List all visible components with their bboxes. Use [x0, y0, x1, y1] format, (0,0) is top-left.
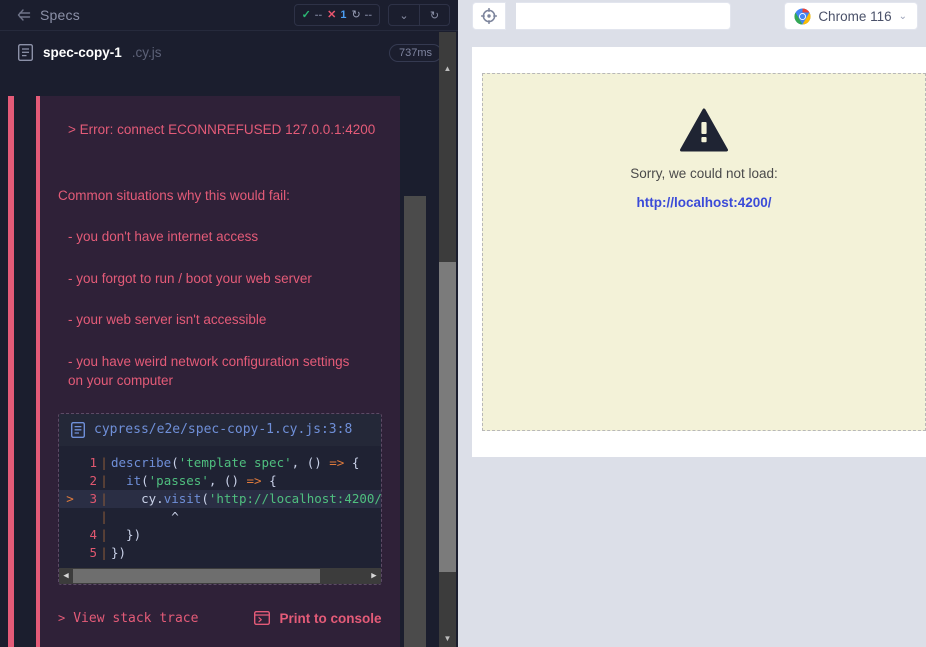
- error-container: > Error: connect ECONNREFUSED 127.0.0.1:…: [40, 96, 400, 647]
- code-line-number: 2: [89, 472, 97, 488]
- spec-duration-badge: 737ms: [388, 43, 442, 62]
- code-line-number: 1: [89, 454, 97, 470]
- code-line: >3| cy.visit('http://localhost:4200/#/h: [59, 489, 381, 508]
- file-icon: [17, 43, 34, 62]
- aut-iframe: Sorry, we could not load: http://localho…: [482, 73, 926, 431]
- restart-icon[interactable]: ↻: [419, 5, 449, 25]
- print-to-console-button[interactable]: Print to console: [254, 611, 381, 626]
- stat-pending: ↻ --: [351, 9, 372, 21]
- runner-panel: Chrome 116 ⌄ Sorry, we could not load: h…: [458, 0, 926, 647]
- code-line-gutter: |: [100, 544, 108, 560]
- reporter-inner-scrollbar[interactable]: [404, 196, 426, 647]
- code-line-number: 3: [89, 490, 97, 506]
- page-title[interactable]: Specs: [40, 7, 80, 23]
- code-frame: cypress/e2e/spec-copy-1.cy.js:3:8 1 | desc…: [58, 412, 382, 585]
- failed-count: 1: [340, 9, 347, 21]
- code-line-source: }): [111, 526, 142, 542]
- code-line-number: 4: [89, 526, 97, 542]
- chevron-right-icon: >: [58, 611, 66, 626]
- code-line-source: describe('template spec', () => {: [111, 454, 360, 470]
- chevron-down-icon[interactable]: ⌄: [389, 5, 419, 25]
- scroll-right-arrow-icon[interactable]: ▶: [367, 567, 381, 584]
- console-icon: [254, 611, 271, 626]
- spinner-icon: ↻: [351, 8, 361, 21]
- scroll-left-arrow-icon[interactable]: ◀: [59, 567, 73, 584]
- failure-stripe-outer: [8, 96, 14, 647]
- error-gap: [40, 140, 400, 186]
- aut-container: Sorry, we could not load: http://localho…: [472, 47, 926, 457]
- code-line-source: it('passes', () => {: [126, 472, 277, 488]
- reporter-inner-scroll-thumb[interactable]: [404, 196, 426, 647]
- stat-failed: ✕ 1: [327, 9, 346, 21]
- stat-passed: ✓ --: [302, 9, 323, 21]
- error-headline: > Error: connect ECONNREFUSED 127.0.0.1:…: [68, 122, 376, 137]
- view-stack-trace-label: View stack trace: [73, 610, 199, 626]
- code-lines: 1 | describe('template spec', () => {2 | it…: [59, 454, 381, 562]
- print-to-console-label: Print to console: [279, 610, 382, 626]
- chevron-down-icon: ⌄: [898, 10, 907, 22]
- code-line: 5 |}): [59, 544, 381, 562]
- document-icon: [70, 421, 86, 438]
- browser-selector-button[interactable]: Chrome 116 ⌄: [784, 2, 918, 30]
- error-bullet: - you don't have internet access: [68, 229, 259, 245]
- spec-file-name: spec-copy-1: [43, 45, 122, 60]
- aut-error-url[interactable]: http://localhost:4200/: [636, 195, 771, 210]
- error-subhead: Common situations why this would fail:: [58, 187, 290, 203]
- error-bullet: - you forgot to run / boot your web serv…: [68, 270, 312, 286]
- code-line: 1 | describe('template spec', () => {: [59, 454, 381, 472]
- aut-error-content: Sorry, we could not load: http://localho…: [483, 108, 925, 210]
- aut-error-message: Sorry, we could not load:: [630, 166, 778, 181]
- code-line-gutter: |: [100, 472, 108, 488]
- code-line-gutter: |: [100, 454, 108, 470]
- cypress-test-runner: Specs ✓ -- ✕ 1 ↻ -- ⌄ ↻ spec-copy-1 .cy.…: [0, 0, 926, 647]
- reporter-outer-scroll-thumb[interactable]: [439, 262, 456, 572]
- passed-count: --: [314, 9, 323, 21]
- code-frame-path-row[interactable]: cypress/e2e/spec-copy-1.cy.js:3:8: [59, 413, 381, 446]
- url-input[interactable]: [516, 2, 732, 30]
- code-hscroll-thumb[interactable]: [73, 568, 320, 583]
- runnables-region: > Error: connect ECONNREFUSED 127.0.0.1:…: [0, 96, 458, 647]
- code-line: 2 | it('passes', () => {: [59, 472, 381, 490]
- code-hscroll-track[interactable]: [73, 567, 367, 584]
- code-horizontal-scrollbar[interactable]: ◀ ▶: [59, 567, 381, 584]
- error-bullet: - your web server isn't accessible: [68, 312, 267, 328]
- code-frame-path[interactable]: cypress/e2e/spec-copy-1.cy.js:3:8: [94, 422, 352, 437]
- code-line: | ^: [59, 508, 381, 526]
- pending-count: --: [364, 9, 372, 21]
- code-line-gutter: |: [100, 508, 108, 524]
- chrome-icon: [794, 8, 811, 25]
- code-line-source: }): [111, 544, 127, 560]
- header-buttons: ⌄ ↻: [388, 4, 450, 26]
- back-arrow-icon[interactable]: [16, 7, 32, 23]
- code-line-marker: >: [66, 490, 74, 506]
- crosshair-icon: [480, 7, 498, 25]
- spec-file-row[interactable]: spec-copy-1 .cy.js 737ms: [0, 30, 458, 74]
- code-line: 4 | }): [59, 526, 381, 544]
- code-line-number: 5: [89, 544, 97, 560]
- selector-playground-button[interactable]: [472, 2, 506, 30]
- spec-file-extension: .cy.js: [131, 45, 162, 60]
- reporter-outer-scrollbar[interactable]: ▲ ▼: [439, 32, 456, 647]
- cross-icon: ✕: [327, 8, 337, 21]
- reporter-panel: Specs ✓ -- ✕ 1 ↻ -- ⌄ ↻ spec-copy-1 .cy.…: [0, 0, 458, 647]
- code-frame-body: 1 | describe('template spec', () => {2 | it…: [59, 445, 381, 584]
- scroll-up-arrow-icon[interactable]: ▲: [439, 60, 456, 77]
- reporter-header: Specs ✓ -- ✕ 1 ↻ -- ⌄ ↻: [0, 0, 458, 30]
- error-actions: > View stack trace Print to console: [40, 611, 400, 626]
- scroll-down-arrow-icon[interactable]: ▼: [439, 630, 456, 647]
- error-bullet: - you have weird network configuration s…: [68, 353, 350, 389]
- code-line-gutter: |: [100, 526, 108, 542]
- code-line-source: ^: [111, 508, 179, 524]
- code-line-source: cy.visit('http://localhost:4200/#/h: [111, 490, 381, 506]
- browser-name: Chrome 116: [818, 8, 892, 24]
- check-icon: ✓: [301, 8, 311, 21]
- test-stats: ✓ -- ✕ 1 ↻ --: [293, 4, 380, 26]
- warning-triangle-icon: [680, 108, 728, 152]
- view-stack-trace-button[interactable]: > View stack trace: [58, 611, 198, 626]
- runner-toolbar: Chrome 116 ⌄: [458, 0, 926, 32]
- code-line-gutter: |: [100, 490, 108, 506]
